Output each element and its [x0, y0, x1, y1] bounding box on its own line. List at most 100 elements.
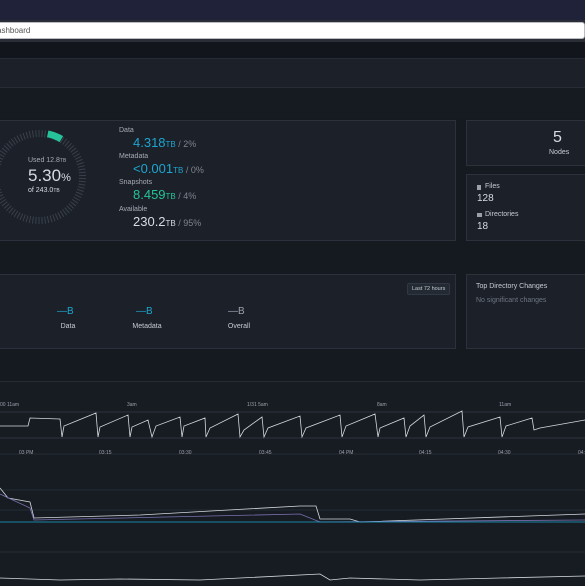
- donut-tick: [0, 189, 1, 191]
- timeline-tick-bottom: 04:45: [578, 450, 585, 456]
- timeline-tick-bottom: 04:15: [419, 450, 432, 456]
- timeline-chart-area: 00 11am3am1/31 5am8am11am 03 PM03:1503:3…: [0, 381, 585, 585]
- donut-tick: [74, 197, 80, 201]
- donut-tick: [79, 172, 86, 173]
- donut-tick: [72, 199, 78, 203]
- used-label: Used 12.8TB: [28, 157, 66, 164]
- nodes-label: Nodes: [549, 149, 569, 156]
- legend-amount: B: [67, 306, 74, 317]
- donut-tick: [14, 211, 18, 217]
- usage-divider: /: [183, 165, 191, 175]
- donut-tick: [14, 137, 18, 143]
- usage-value: <0.001: [133, 161, 173, 176]
- donut-tick: [0, 199, 6, 203]
- donut-tick: [78, 169, 85, 170]
- donut-tick: [65, 141, 69, 146]
- donut-tick: [17, 212, 20, 218]
- donut-tick: [0, 197, 4, 201]
- donut-tick: [32, 217, 33, 224]
- timeline-tick-bottom: 03:15: [99, 450, 112, 456]
- usage-unit: TB: [173, 166, 183, 175]
- timeline-tick-bottom: 03:45: [259, 450, 272, 456]
- donut-tick: [0, 159, 2, 162]
- donut-tick: [78, 166, 85, 168]
- usage-value-row: 4.318TB / 2%: [133, 135, 196, 150]
- donut-tick: [77, 189, 84, 191]
- donut-tick: [32, 130, 33, 137]
- donut-tick: [23, 215, 25, 222]
- donut-tick: [0, 154, 4, 158]
- donut-tick: [53, 215, 55, 222]
- donut-tick: [71, 202, 77, 206]
- timeline-tick-bottom: 03:30: [179, 450, 192, 456]
- donut-tick: [55, 214, 58, 220]
- donut-tick: [76, 192, 82, 195]
- donut-tick: [71, 148, 77, 152]
- usage-label: Snapshots: [119, 179, 152, 186]
- throughput-trace-overall: [0, 488, 585, 522]
- donut-tick: [26, 215, 28, 222]
- donut-tick: [77, 162, 84, 164]
- donut-tick: [9, 208, 13, 213]
- url-input[interactable]: ashboard: [0, 22, 585, 39]
- donut-tick: [2, 202, 8, 206]
- usage-percent: 2%: [183, 139, 196, 149]
- app-top-band: [0, 42, 585, 58]
- usage-label: Data: [119, 127, 134, 134]
- legend-amount: B: [238, 306, 245, 317]
- url-text: ashboard: [0, 26, 30, 35]
- usage-value-row: <0.001TB / 0%: [133, 161, 204, 176]
- donut-tick: [63, 139, 67, 145]
- range-button[interactable]: Last 72 hours: [407, 283, 450, 295]
- donut-tick: [75, 195, 81, 198]
- donut-tick: [47, 216, 48, 223]
- files-panel: Files 128 Directories 18: [466, 174, 585, 241]
- nodes-count: 5: [553, 129, 562, 147]
- legend-label: Overall: [223, 323, 255, 330]
- page-subheader: [0, 58, 585, 88]
- activity-trace: [0, 411, 585, 437]
- section-spacer: [0, 88, 585, 118]
- files-count: 128: [477, 193, 494, 204]
- donut-tick: [69, 146, 74, 151]
- directories-label: Directories: [485, 211, 518, 218]
- donut-tick: [26, 132, 28, 139]
- donut-tick: [0, 195, 3, 198]
- legend-dash: —: [136, 306, 146, 317]
- usage-label: Metadata: [119, 153, 148, 160]
- usage-value: 4.318: [133, 135, 166, 150]
- donut-tick: [45, 217, 46, 224]
- legend-amount: B: [146, 306, 153, 317]
- activity-sparkline: [0, 382, 585, 586]
- donut-tick: [6, 143, 11, 148]
- donut-tick: [72, 151, 78, 155]
- latency-trace: [0, 574, 585, 580]
- donut-tick: [0, 192, 2, 195]
- usage-percent: 95%: [183, 218, 201, 228]
- legend-value: —B: [136, 306, 153, 317]
- donut-tick: [0, 151, 6, 155]
- donut-tick: [2, 148, 8, 152]
- legend-dash: —: [57, 306, 67, 317]
- donut-tick: [45, 130, 46, 137]
- usage-percent: 4%: [183, 191, 196, 201]
- file-icon: [477, 185, 481, 190]
- timeline-tick-bottom: 04:30: [498, 450, 511, 456]
- donut-tick: [67, 143, 72, 148]
- browser-title-bar: [0, 0, 585, 20]
- donut-tick: [74, 154, 80, 158]
- timeline-tick-bottom: 03 PM: [19, 450, 33, 456]
- legend-label: Data: [52, 323, 84, 330]
- donut-tick: [0, 156, 3, 159]
- donut-tick: [67, 206, 72, 211]
- donut-tick: [17, 136, 20, 142]
- usage-unit: TB: [166, 219, 176, 228]
- usage-unit: TB: [166, 140, 176, 149]
- donut-tick: [65, 208, 69, 213]
- usage-percent: 0%: [191, 165, 204, 175]
- donut-tick: [29, 216, 30, 223]
- folder-icon: [477, 213, 482, 217]
- usage-unit: TB: [166, 192, 176, 201]
- donut-tick: [78, 184, 85, 185]
- donut-tick: [78, 187, 85, 189]
